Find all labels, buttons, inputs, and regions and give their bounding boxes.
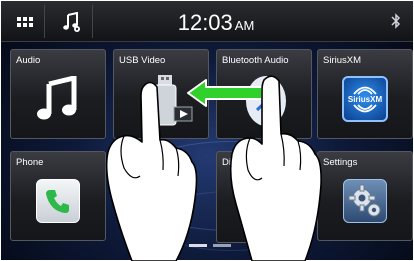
signal-waves-icon [353,104,377,113]
music-note-icon [62,11,80,32]
bluetooth-icon [245,76,286,127]
tile-label: SiriusXM [323,55,362,66]
phone-handset-icon [36,179,80,224]
tile-label: Settings [323,157,358,168]
grid-menu-icon [16,16,33,27]
music-note-icon [37,76,77,120]
clock-time: 12:03 [177,10,233,35]
usb-drive-icon [153,75,193,126]
tile-label: Phone [16,157,44,168]
tile-siriusxm[interactable]: SiriusXM SiriusXM [317,49,413,139]
tile-settings[interactable]: Settings [317,151,413,241]
page-indicator [213,244,231,247]
tile-label: Di O [222,157,241,168]
page-indicator-active [189,244,207,247]
clock-ampm: AM [234,18,255,33]
bluetooth-icon [391,13,401,29]
tile-audio[interactable]: Audio [10,49,106,139]
tile-label: Audio [16,55,41,66]
gear-icon [343,179,387,224]
signal-waves-icon [353,86,377,95]
clock: 12:03 AM [151,10,281,36]
head-unit-screen: 12:03AM Audio USB Video Bluetooth Audio [1,1,413,260]
now-playing-button[interactable] [49,5,93,38]
tile-phone[interactable]: Phone [10,151,106,241]
tile-label: USB Video [119,55,166,66]
tile-usb-video[interactable]: USB Video [113,49,209,139]
siriusxm-logo-text: SiriusXM [347,94,383,104]
tile-label: Bluetooth Audio [222,55,289,66]
home-menu-button[interactable] [5,5,45,38]
top-status-bar: 12:03 AM [1,1,413,42]
tile-bluetooth-audio[interactable]: Bluetooth Audio [216,49,312,139]
siriusxm-logo-icon: SiriusXM [342,76,388,123]
tile-direct[interactable]: Di O [216,151,312,243]
